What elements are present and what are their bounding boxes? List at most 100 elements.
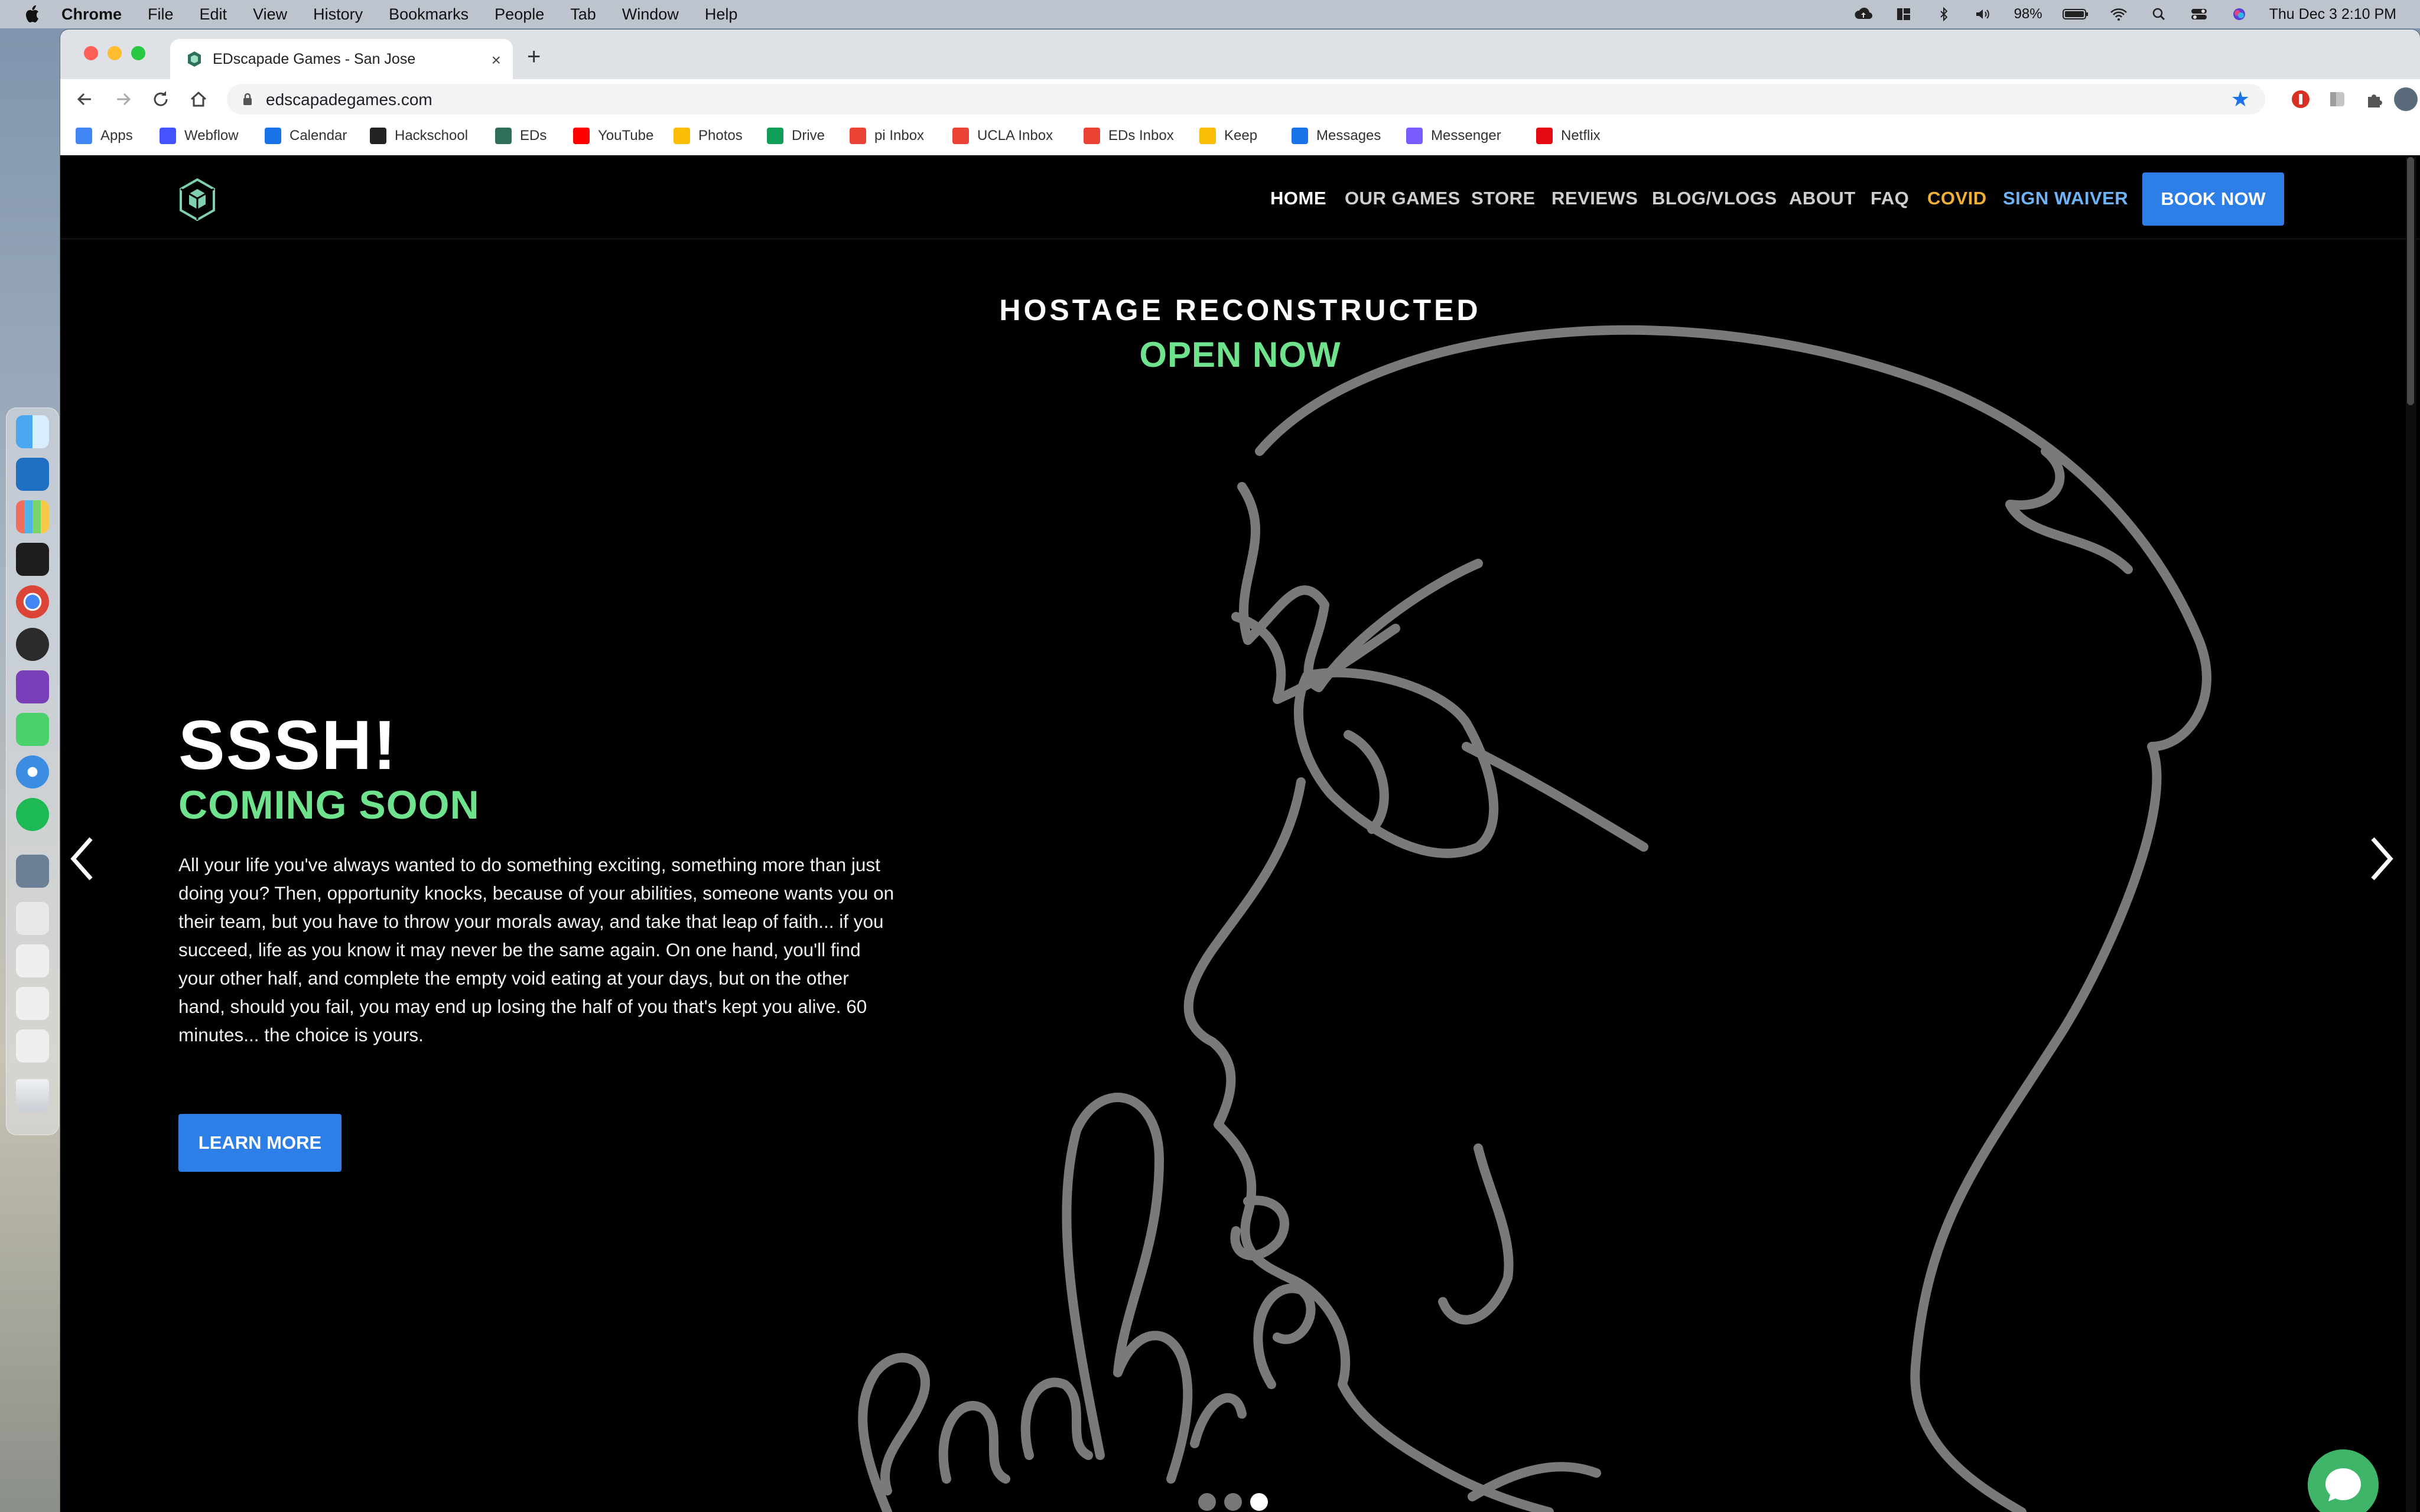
home-icon[interactable] xyxy=(187,87,210,111)
carousel-dot-active[interactable] xyxy=(1250,1493,1268,1511)
messenger-icon xyxy=(1406,128,1423,144)
menu-people[interactable]: People xyxy=(495,5,544,24)
nav-reviews-link[interactable]: REVIEWS xyxy=(1551,188,1638,209)
promo-banner-title[interactable]: HOSTAGE RECONSTRUCTED xyxy=(60,293,2420,327)
back-arrow-icon[interactable] xyxy=(73,87,97,111)
forward-arrow-icon[interactable] xyxy=(111,87,135,111)
nav-store-link[interactable]: STORE xyxy=(1471,188,1536,209)
safari-icon[interactable] xyxy=(16,755,49,788)
carousel-dot[interactable] xyxy=(1198,1493,1216,1511)
trash-icon[interactable] xyxy=(16,1079,49,1112)
menu-window[interactable]: Window xyxy=(622,5,679,24)
minimize-window-button[interactable] xyxy=(108,46,122,60)
bookmark-item[interactable]: Calendar xyxy=(265,128,347,144)
close-window-button[interactable] xyxy=(84,46,98,60)
workplace-icon[interactable] xyxy=(16,628,49,661)
bluetooth-icon[interactable] xyxy=(1934,7,1954,21)
menu-bar-clock[interactable]: Thu Dec 3 2:10 PM xyxy=(2269,6,2396,23)
bookmark-item[interactable]: Photos xyxy=(674,128,743,144)
dock-document-thumbnail-icon[interactable] xyxy=(16,987,49,1020)
menu-view[interactable]: View xyxy=(253,5,287,24)
bookmark-item[interactable]: Webflow xyxy=(160,128,239,144)
bookmark-item[interactable]: Drive xyxy=(767,128,825,144)
address-bar[interactable]: edscapadegames.com ★ xyxy=(227,84,2265,115)
book-now-button[interactable]: BOOK NOW xyxy=(2142,172,2284,226)
spotlight-search-icon[interactable] xyxy=(2149,7,2169,21)
learn-more-button[interactable]: LEARN MORE xyxy=(178,1114,341,1172)
bookmark-item[interactable]: YouTube xyxy=(573,128,653,144)
carousel-dot[interactable] xyxy=(1224,1493,1242,1511)
page-scrollbar-thumb[interactable] xyxy=(2407,157,2414,405)
webflow-icon xyxy=(160,128,176,144)
wifi-icon[interactable] xyxy=(2109,7,2129,21)
drive-icon xyxy=(767,128,783,144)
browser-tab[interactable]: EDscapade Games - San Jose × xyxy=(170,39,513,79)
bookmark-star-icon[interactable]: ★ xyxy=(2231,89,2250,110)
lock-icon[interactable] xyxy=(242,92,253,106)
figma-icon[interactable] xyxy=(16,543,49,576)
chrome-icon[interactable] xyxy=(16,585,49,618)
url-text[interactable]: edscapadegames.com xyxy=(266,90,432,109)
volume-icon[interactable] xyxy=(1974,7,1994,21)
bookmark-item[interactable]: Messages xyxy=(1292,128,1381,144)
dock-window-thumbnail-icon[interactable] xyxy=(16,855,49,888)
menu-bookmarks[interactable]: Bookmarks xyxy=(389,5,469,24)
dock-document-thumbnail-icon[interactable] xyxy=(16,1029,49,1063)
nav-blog-vlogs-link[interactable]: BLOG/VLOGS xyxy=(1652,188,1777,209)
bookmark-item[interactable]: Apps xyxy=(76,128,133,144)
menu-bar-status-area: 98% Thu Dec 3 2:10 PM xyxy=(1853,0,2396,28)
menu-file[interactable]: File xyxy=(148,5,174,24)
dock-document-thumbnail-icon[interactable] xyxy=(16,902,49,935)
bookmark-item[interactable]: Keep xyxy=(1199,128,1257,144)
notes-extension-icon[interactable] xyxy=(2327,89,2348,110)
tab-title: EDscapade Games - San Jose xyxy=(213,50,416,67)
adblock-extension-icon[interactable] xyxy=(2290,89,2311,110)
reload-icon[interactable] xyxy=(149,87,173,111)
menu-edit[interactable]: Edit xyxy=(200,5,227,24)
battery-icon[interactable] xyxy=(2062,7,2089,21)
nav-our-games-link[interactable]: OUR GAMES xyxy=(1345,188,1461,209)
control-center-icon[interactable] xyxy=(2189,7,2209,21)
profile-avatar[interactable] xyxy=(2394,87,2418,111)
carousel-next-arrow-icon[interactable] xyxy=(2367,835,2395,882)
launchpad-icon[interactable] xyxy=(16,500,49,533)
menu-app-name[interactable]: Chrome xyxy=(61,5,122,24)
vscode-icon[interactable] xyxy=(16,458,49,491)
menu-tab[interactable]: Tab xyxy=(570,5,596,24)
keep-icon xyxy=(1199,128,1216,144)
bookmark-item[interactable]: UCLA Inbox xyxy=(952,128,1053,144)
bookmark-label: pi Inbox xyxy=(874,128,925,144)
menu-history[interactable]: History xyxy=(313,5,363,24)
menu-help[interactable]: Help xyxy=(705,5,738,24)
nav-covid-link[interactable]: COVID xyxy=(1927,188,1987,209)
finder-icon[interactable] xyxy=(16,415,49,448)
zoom-window-button[interactable] xyxy=(131,46,145,60)
onenote-icon[interactable] xyxy=(16,670,49,703)
carousel-prev-arrow-icon[interactable] xyxy=(69,835,97,882)
bookmark-label: Apps xyxy=(100,128,133,144)
nav-home-link[interactable]: HOME xyxy=(1270,188,1326,209)
apple-logo-icon[interactable] xyxy=(25,5,41,24)
bookmark-item[interactable]: Hackschool xyxy=(370,128,468,144)
live-chat-button[interactable] xyxy=(2308,1449,2379,1512)
extensions-puzzle-icon[interactable] xyxy=(2363,89,2385,110)
siri-icon[interactable] xyxy=(2229,7,2249,21)
photos-icon xyxy=(674,128,690,144)
nav-faq-link[interactable]: FAQ xyxy=(1871,188,1909,209)
nav-about-link[interactable]: ABOUT xyxy=(1789,188,1856,209)
bookmark-item[interactable]: Netflix xyxy=(1536,128,1601,144)
bookmark-item[interactable]: EDs Inbox xyxy=(1084,128,1174,144)
promo-banner-subtitle[interactable]: OPEN NOW xyxy=(60,334,2420,375)
new-tab-button[interactable]: + xyxy=(527,45,541,69)
window-layout-icon[interactable] xyxy=(1894,7,1914,21)
dock-document-thumbnail-icon[interactable] xyxy=(16,944,49,977)
cloud-upload-icon[interactable] xyxy=(1853,7,1873,21)
edscapade-logo-icon[interactable] xyxy=(178,178,216,221)
bookmark-item[interactable]: pi Inbox xyxy=(850,128,924,144)
tab-close-icon[interactable]: × xyxy=(492,51,501,70)
bookmark-item[interactable]: Messenger xyxy=(1406,128,1501,144)
spotify-icon[interactable] xyxy=(16,798,49,831)
nav-sign-waiver-link[interactable]: SIGN WAIVER xyxy=(2003,188,2128,209)
bookmark-item[interactable]: EDs xyxy=(495,128,547,144)
messages-app-icon[interactable] xyxy=(16,713,49,746)
